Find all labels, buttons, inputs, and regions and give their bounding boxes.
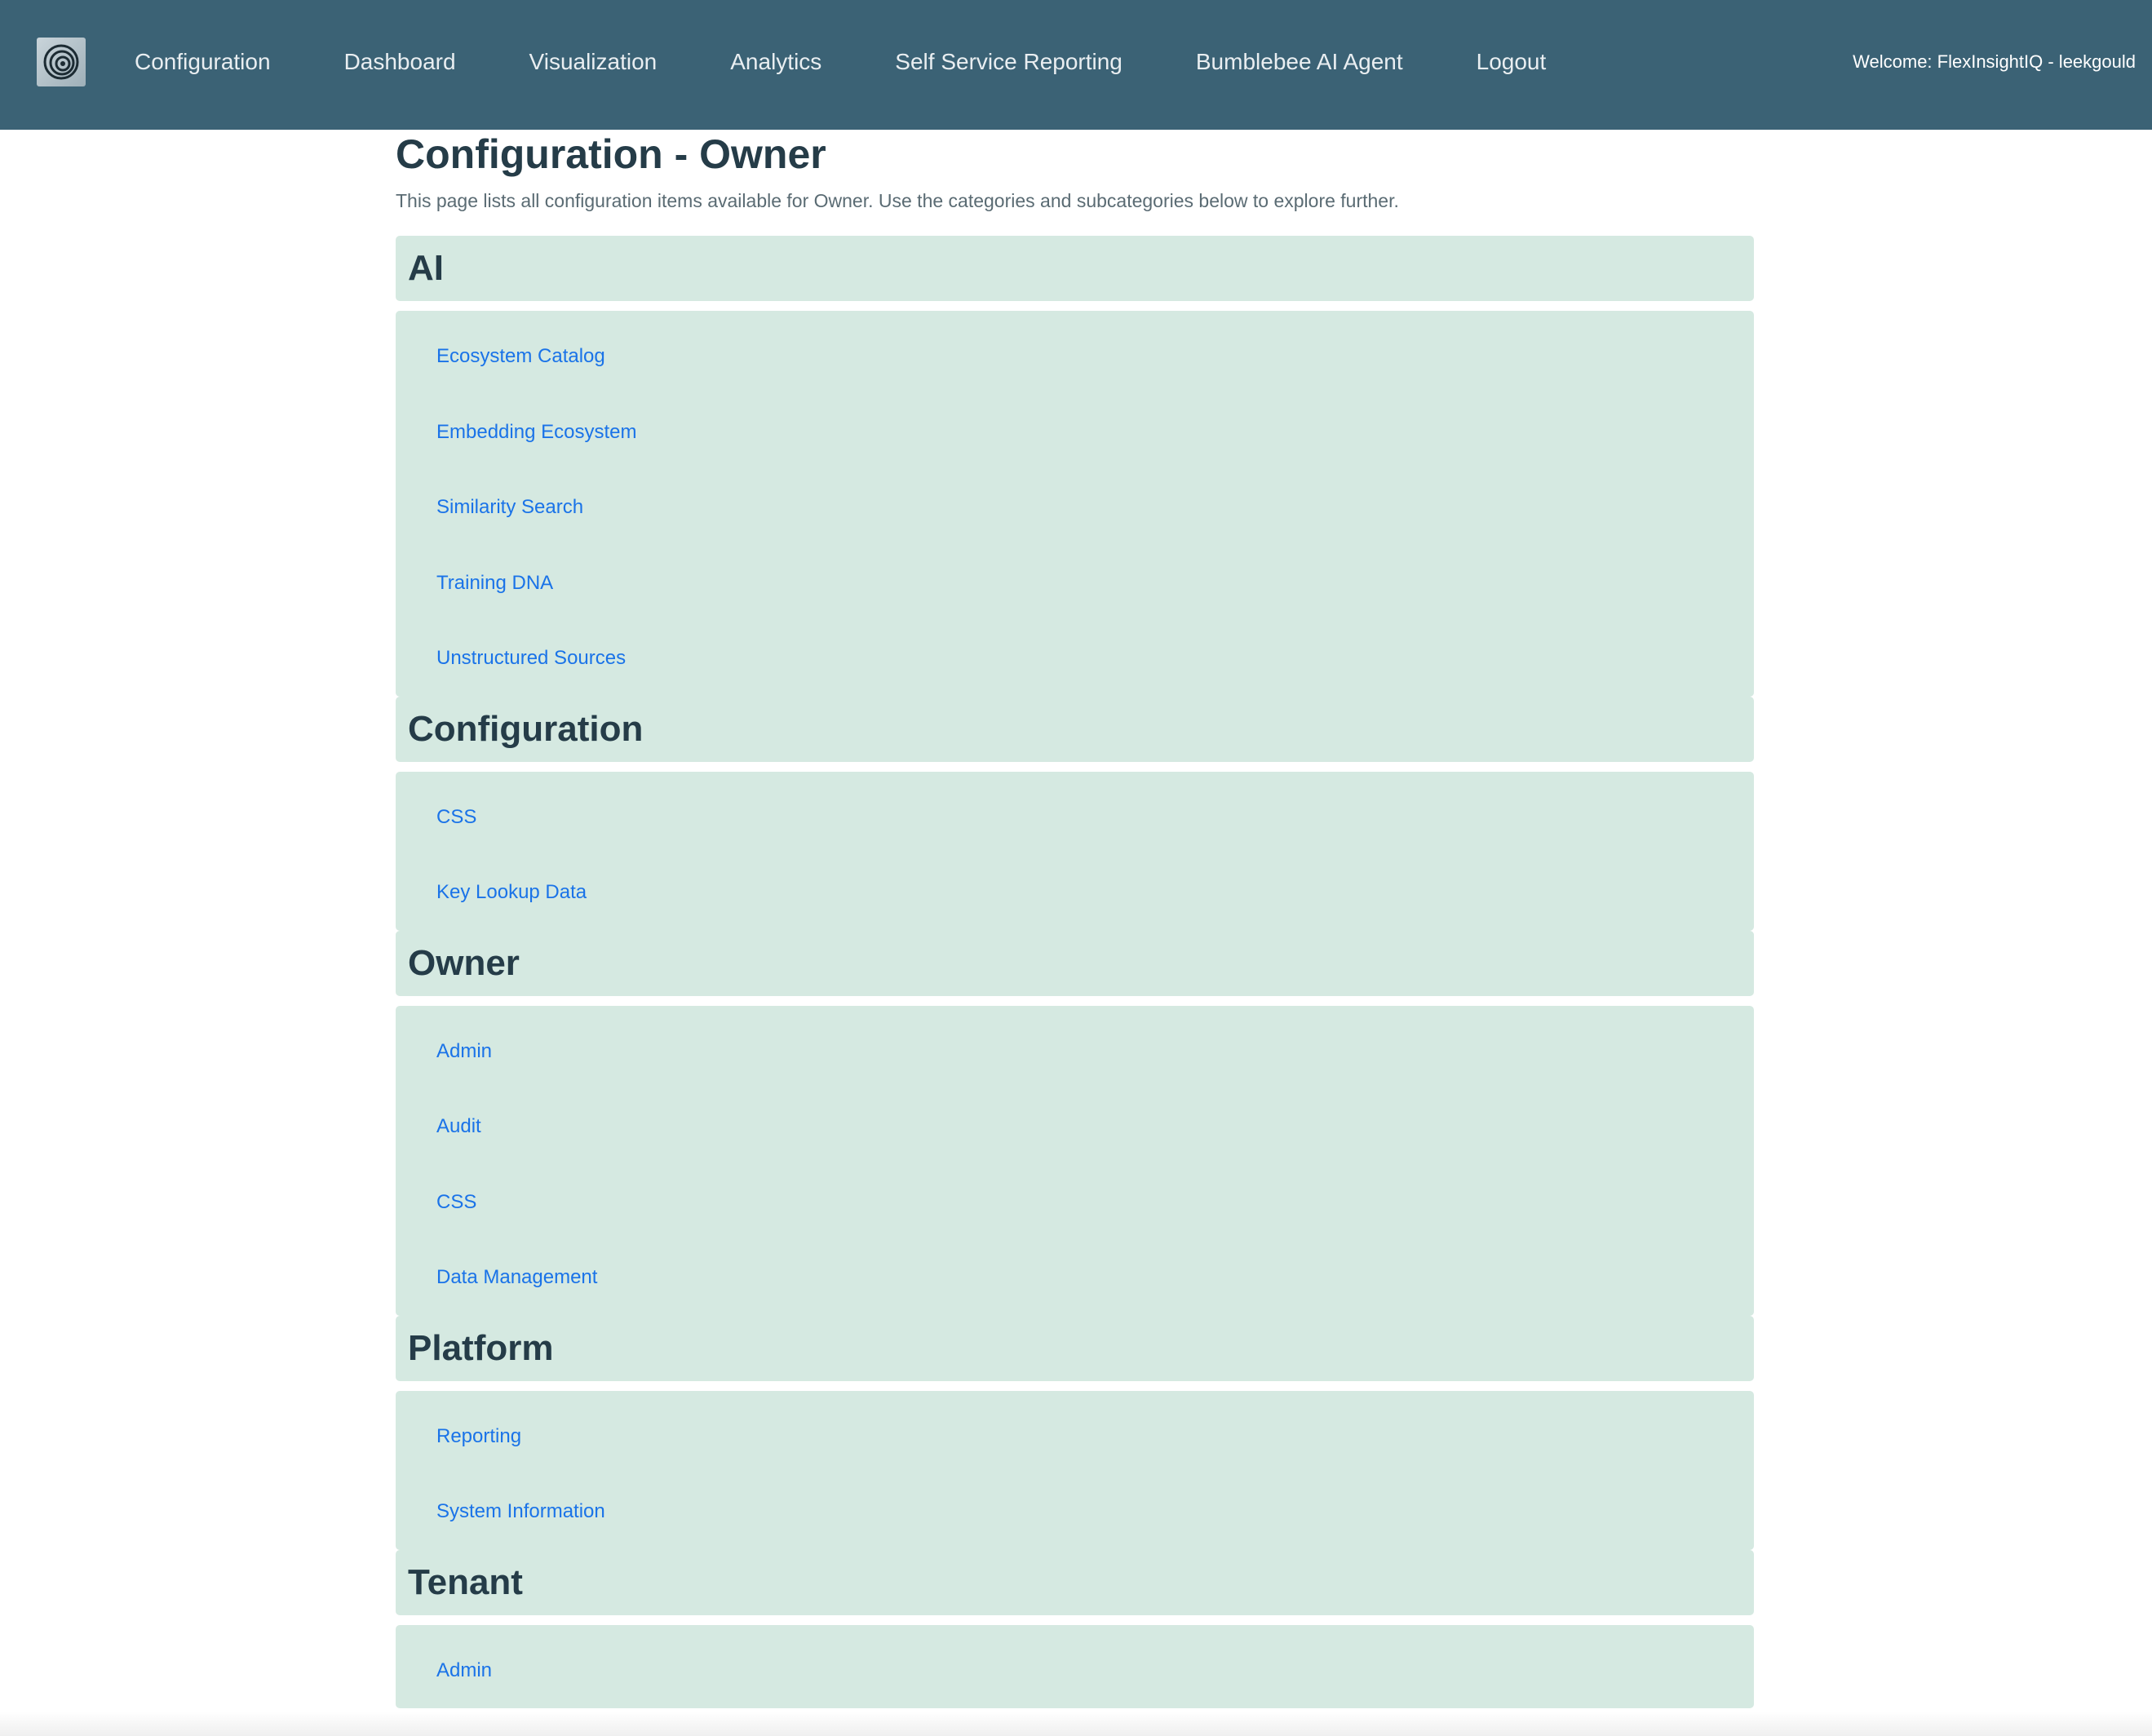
config-link-training-dna[interactable]: Training DNA	[396, 546, 1754, 622]
category-list: Ecosystem Catalog Embedding Ecosystem Si…	[396, 311, 1754, 697]
category-configuration: Configuration CSS Key Lookup Data	[396, 696, 1754, 931]
app-logo[interactable]	[37, 38, 86, 86]
page-description: This page lists all configuration items …	[396, 190, 1399, 211]
config-link-system-information[interactable]: System Information	[396, 1474, 1754, 1550]
category-list: CSS Key Lookup Data	[396, 771, 1754, 931]
category-list: Admin	[396, 1624, 1754, 1709]
category-owner: Owner Admin Audit CSS Data Management	[396, 930, 1754, 1316]
config-link-admin[interactable]: Admin	[396, 1014, 1754, 1090]
nav-analytics[interactable]: Analytics	[730, 49, 821, 75]
nav-visualization[interactable]: Visualization	[529, 49, 658, 75]
category-list: Reporting System Information	[396, 1390, 1754, 1550]
config-link-ecosystem-catalog[interactable]: Ecosystem Catalog	[396, 319, 1754, 395]
nav-links: Configuration Dashboard Visualization An…	[135, 0, 1619, 124]
main-content: Configuration - Owner This page lists al…	[396, 130, 1754, 1708]
config-link-unstructured-sources[interactable]: Unstructured Sources	[396, 621, 1754, 697]
nav-bumblebee-ai-agent[interactable]: Bumblebee AI Agent	[1196, 49, 1403, 75]
bottom-edge	[0, 1712, 2152, 1736]
category-header: AI	[396, 236, 1754, 301]
category-platform: Platform Reporting System Information	[396, 1315, 1754, 1550]
config-link-css[interactable]: CSS	[396, 1165, 1754, 1241]
category-header: Platform	[396, 1315, 1754, 1381]
config-link-embedding-ecosystem[interactable]: Embedding Ecosystem	[396, 395, 1754, 471]
config-link-admin[interactable]: Admin	[396, 1633, 1754, 1709]
category-tenant: Tenant Admin	[396, 1549, 1754, 1709]
category-header: Tenant	[396, 1549, 1754, 1615]
concentric-circles-logo-icon	[43, 44, 79, 80]
welcome-text: Welcome: FlexInsightIQ - leekgould	[1853, 51, 2136, 72]
config-link-similarity-search[interactable]: Similarity Search	[396, 470, 1754, 546]
nav-self-service-reporting[interactable]: Self Service Reporting	[895, 49, 1122, 75]
top-navbar: Configuration Dashboard Visualization An…	[0, 0, 2152, 130]
config-link-css[interactable]: CSS	[396, 780, 1754, 856]
nav-logout[interactable]: Logout	[1477, 49, 1547, 75]
config-link-reporting[interactable]: Reporting	[396, 1399, 1754, 1475]
config-link-audit[interactable]: Audit	[396, 1089, 1754, 1165]
page-title: Configuration - Owner	[396, 131, 826, 177]
category-header: Configuration	[396, 696, 1754, 762]
category-list: Admin Audit CSS Data Management	[396, 1005, 1754, 1316]
category-header: Owner	[396, 930, 1754, 996]
nav-configuration[interactable]: Configuration	[135, 49, 271, 75]
config-link-key-lookup-data[interactable]: Key Lookup Data	[396, 855, 1754, 931]
category-ai: AI Ecosystem Catalog Embedding Ecosystem…	[396, 236, 1754, 697]
config-link-data-management[interactable]: Data Management	[396, 1240, 1754, 1316]
nav-dashboard[interactable]: Dashboard	[344, 49, 456, 75]
